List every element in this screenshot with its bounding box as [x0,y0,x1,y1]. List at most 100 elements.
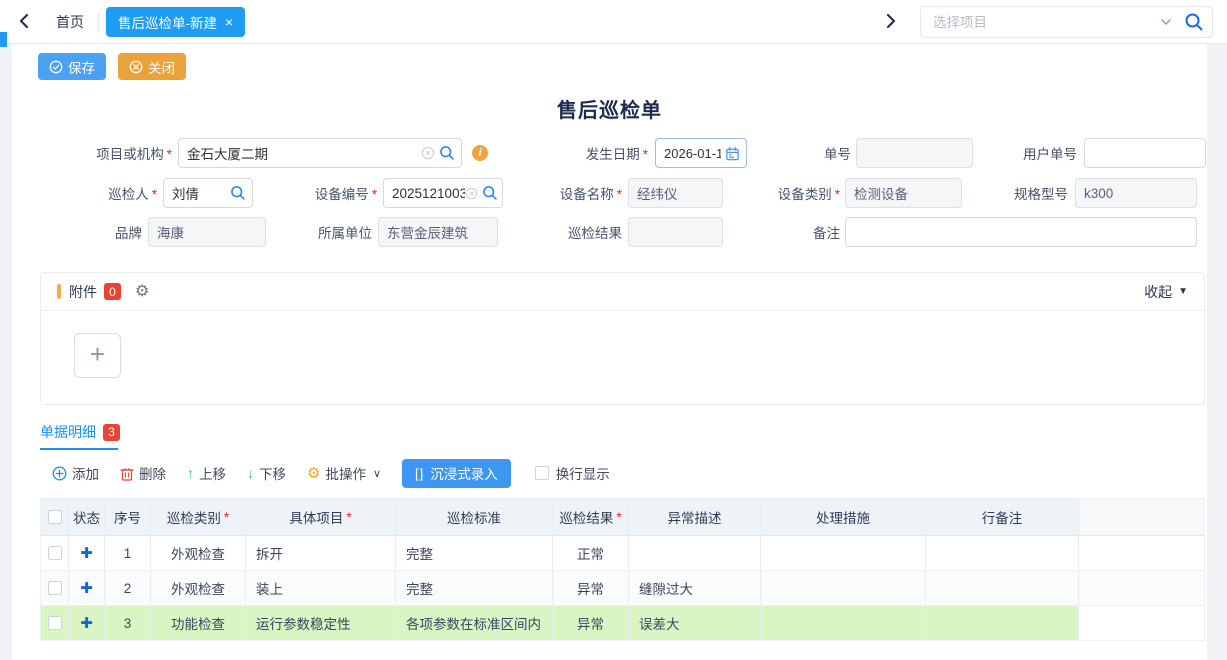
info-icon[interactable]: i [472,145,488,161]
col-result: 巡检结果* [553,499,629,536]
cell-row-remark[interactable] [926,606,1079,641]
gear-icon[interactable]: ⚙ [135,284,149,300]
cell-category[interactable]: 功能检查 [151,606,246,641]
cell-category[interactable]: 外观检查 [151,571,246,606]
cell-item[interactable]: 装上 [246,571,396,606]
right-gutter [1207,44,1227,660]
cell-row-remark[interactable] [926,536,1079,571]
date-input-field[interactable] [664,146,721,161]
wrap-display-checkbox[interactable] [535,466,549,480]
status-new-icon[interactable]: ✚ [80,546,93,561]
user-order-no-input[interactable] [1084,138,1206,168]
cell-result[interactable]: 异常 [553,606,629,641]
save-button[interactable]: 保存 [38,53,106,80]
cell-row-remark[interactable] [926,571,1079,606]
project-select-input[interactable] [933,15,1160,30]
project-select[interactable] [920,6,1213,38]
col-measure: 处理措施 [761,499,926,536]
cell-abnormal[interactable]: 缝隙过大 [629,571,761,606]
collapse-toggle[interactable]: 收起 ▼ [1144,282,1188,302]
page-title: 售后巡检单 [12,94,1207,123]
attachments-count-badge: 0 [104,283,121,300]
cell-abnormal[interactable]: 误差大 [629,606,761,641]
trash-icon [120,466,134,481]
tab-active[interactable]: 售后巡检单-新建 × [106,7,245,37]
calendar-icon[interactable] [725,146,740,161]
cell-abnormal[interactable] [629,536,761,571]
tab-detail[interactable]: 单据明细 3 [40,422,120,442]
date-input[interactable] [655,138,747,168]
cell-standard[interactable]: 各项参数在标准区间内 [396,606,553,641]
brand-input [148,217,266,247]
wrap-display-toggle[interactable]: 换行显示 [535,463,610,483]
cell-result[interactable]: 正常 [553,536,629,571]
add-row-button[interactable]: 添加 [52,463,99,483]
inspector-input-field[interactable] [172,186,226,201]
cell-result[interactable]: 异常 [553,571,629,606]
status-new-icon[interactable]: ✚ [80,581,93,596]
forward-chevron-icon[interactable] [886,13,896,29]
unit-input [378,217,498,247]
col-seq: 序号 [105,499,151,536]
cell-item[interactable]: 运行参数稳定性 [246,606,396,641]
cell-measure[interactable] [761,606,926,641]
order-no-input [856,138,973,168]
move-up-button[interactable]: ↑ 上移 [187,463,226,483]
select-all-checkbox[interactable] [48,510,62,524]
tab-close-icon[interactable]: × [225,15,233,29]
attachments-header: 附件 0 ⚙ 收起 ▼ [41,273,1204,311]
cell-measure[interactable] [761,536,926,571]
clear-icon[interactable] [465,187,478,200]
table-row-selected: ✚ 3 功能检查 运行参数稳定性 各项参数在标准区间内 异常 误差大 [41,606,1204,641]
cell-category[interactable]: 外观检查 [151,536,246,571]
project-input-field[interactable] [187,146,417,161]
status-new-icon[interactable]: ✚ [80,616,93,631]
clear-icon[interactable] [421,146,435,160]
brand-label: 品牌 [60,222,142,242]
search-icon[interactable] [1184,12,1204,32]
project-input[interactable] [178,138,462,168]
tab-active-label: 售后巡检单-新建 [118,12,217,32]
batch-operations-button[interactable]: ⚙ 批操作 ∨ [307,463,381,483]
tab-home[interactable]: 首页 [56,12,84,32]
move-down-button[interactable]: ↓ 下移 [247,463,286,483]
device-category-label: 设备类别* [723,183,840,203]
remark-input[interactable] [845,217,1197,247]
search-icon[interactable] [482,185,498,201]
tab-scroll-indicator [0,32,7,47]
cell-standard[interactable]: 完整 [396,571,553,606]
back-chevron-icon[interactable] [19,13,29,29]
gear-icon: ⚙ [307,466,320,481]
cell-item[interactable]: 拆开 [246,536,396,571]
cell-seq: 2 [105,571,151,606]
device-code-input-field[interactable] [392,186,465,201]
cell-standard[interactable]: 完整 [396,536,553,571]
close-button-label: 关闭 [148,57,175,77]
device-code-input[interactable] [383,178,503,208]
row-checkbox[interactable] [48,616,62,630]
remark-label: 备注 [723,222,840,242]
unit-label: 所属单位 [266,222,372,242]
close-button[interactable]: 关闭 [118,53,186,80]
device-code-label: 设备编号* [253,183,377,203]
upload-button[interactable]: + [74,333,121,378]
date-label: 发生日期* [562,143,648,163]
immersive-entry-button[interactable]: [] 沉浸式录入 [402,459,511,488]
inspector-input[interactable] [163,178,253,208]
row-checkbox[interactable] [48,581,62,595]
search-icon[interactable] [439,145,455,161]
chevron-down-icon[interactable] [1160,18,1172,26]
section-marker-bar [57,284,61,299]
delete-row-button[interactable]: 删除 [120,463,166,483]
expand-brackets-icon: [] [415,466,424,481]
device-name-label: 设备名称* [503,183,622,203]
tab-bar: 首页 售后巡检单-新建 × [0,0,1227,44]
cell-measure[interactable] [761,571,926,606]
order-no-label: 单号 [761,143,851,163]
col-abnormal: 异常描述 [629,499,761,536]
search-icon[interactable] [230,185,246,201]
row-checkbox[interactable] [48,546,62,560]
detail-table: 状态 序号 巡检类别* 具体项目* 巡检标准 巡检结果* 异常描述 处理措施 行… [40,498,1205,641]
detail-toolbar: 添加 删除 ↑ 上移 ↓ 下移 ⚙ 批操作 ∨ [] 沉浸式录入 换行显示 [52,458,610,488]
spec-model-input [1075,178,1197,208]
